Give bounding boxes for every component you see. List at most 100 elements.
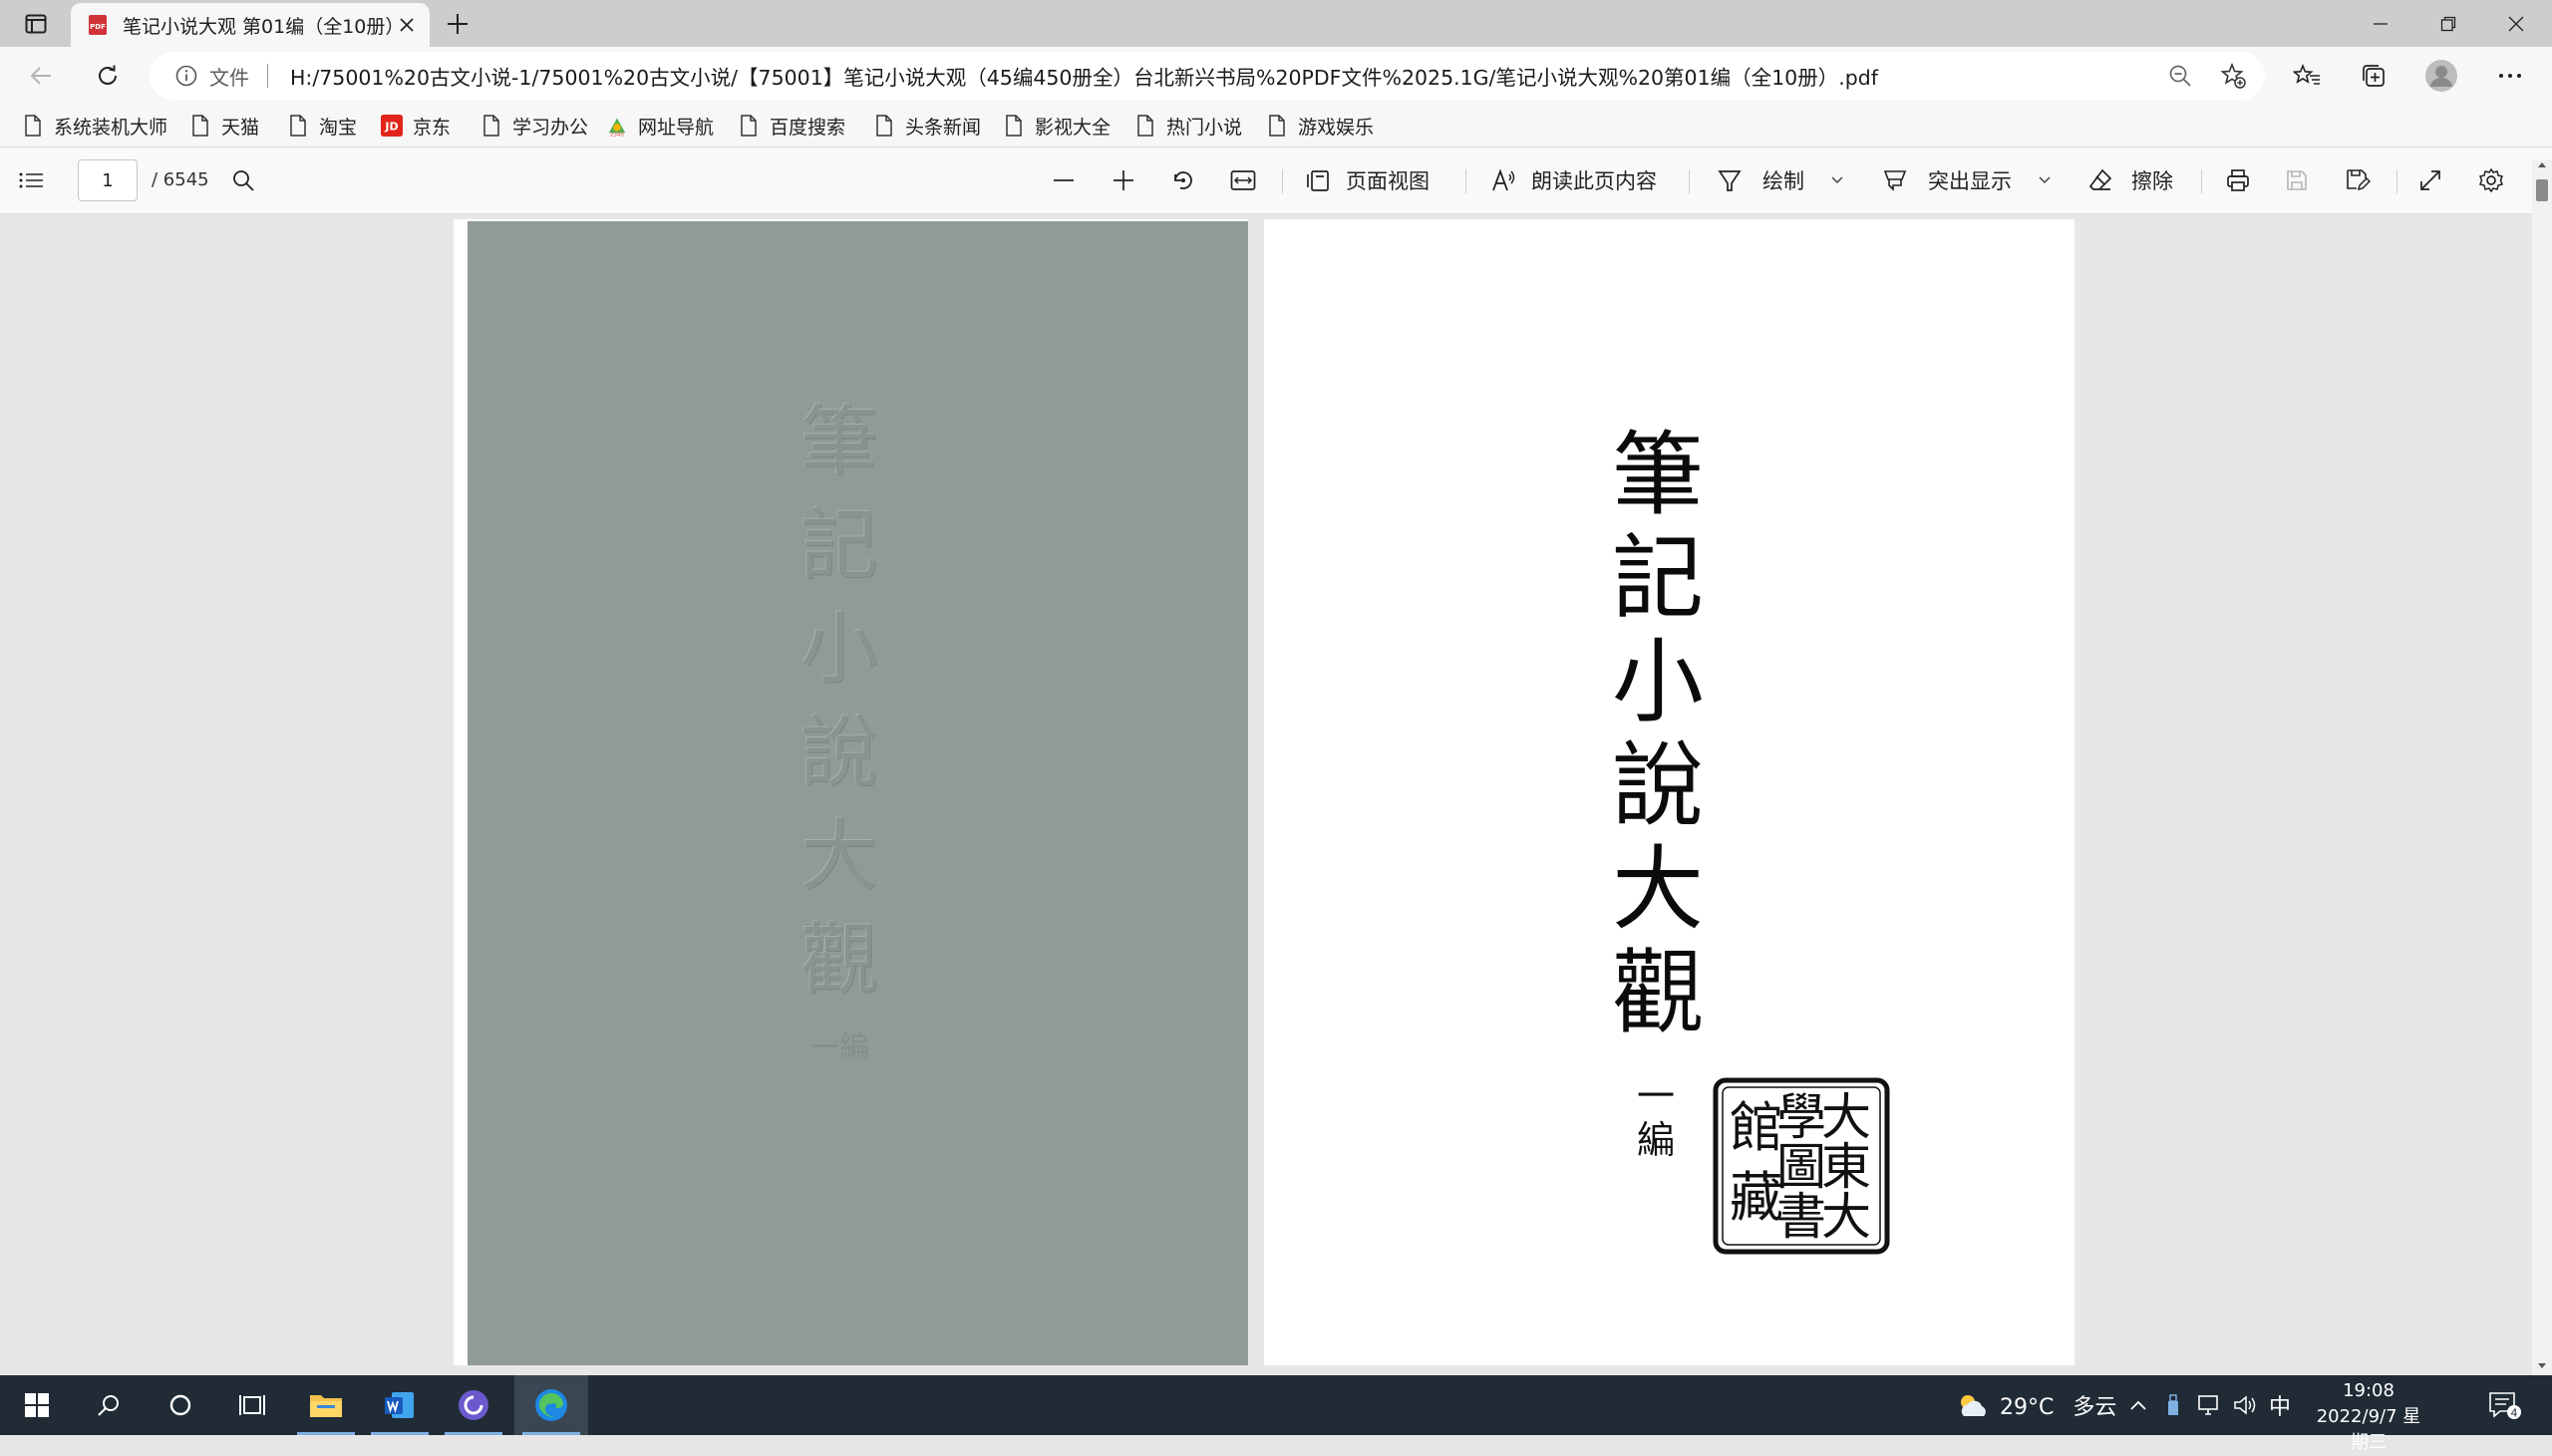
save-as-icon <box>2347 169 2371 191</box>
window-close-button[interactable] <box>2482 0 2550 47</box>
favorite-item[interactable]: 淘宝 <box>287 111 357 141</box>
pdf-page-title: 筆記小說大觀 一編 大 東 大 學 圖 書 館 藏 <box>1264 219 2074 1365</box>
pdf-settings-button[interactable] <box>2478 159 2504 201</box>
edge-taskbar[interactable] <box>514 1375 588 1435</box>
file-explorer-taskbar[interactable] <box>289 1375 363 1435</box>
weather-widget[interactable] <box>1954 1375 1992 1435</box>
favorite-label: 网址导航 <box>638 116 715 139</box>
new-tab-button[interactable] <box>441 7 475 41</box>
page-count: / 6545 <box>152 169 209 190</box>
zoom-in-button[interactable] <box>1113 159 1134 201</box>
back-button[interactable] <box>20 55 62 97</box>
draw-options-dropdown[interactable] <box>1830 159 1844 201</box>
minimize-button[interactable] <box>2347 0 2414 47</box>
cortana-button[interactable] <box>144 1375 217 1435</box>
favorite-item[interactable]: 百度搜索 <box>738 111 845 141</box>
svg-text:大: 大 <box>1821 1188 1871 1246</box>
gear-icon <box>2479 167 2503 193</box>
print-button[interactable] <box>2225 159 2251 201</box>
avatar-icon <box>2425 60 2457 92</box>
jd-logo-icon: JD <box>381 114 403 138</box>
favorite-item[interactable]: 游戏娱乐 <box>1266 111 1374 141</box>
favorite-label: 天猫 <box>221 116 260 139</box>
fit-to-width-button[interactable] <box>1230 159 1256 201</box>
draw-button[interactable]: 绘制 <box>1717 159 1804 201</box>
profile-button[interactable] <box>2420 55 2462 97</box>
action-center-button[interactable]: 4 <box>2482 1375 2528 1435</box>
tab-active[interactable]: PDF 笔记小说大观 第01编（全10册） <box>71 3 430 47</box>
favorites-button[interactable] <box>2286 55 2328 97</box>
find-button[interactable] <box>231 159 255 201</box>
favorite-item[interactable]: JD 京东 <box>381 111 451 141</box>
clock[interactable]: 19:08 2022/9/7 星期三 <box>2309 1378 2428 1456</box>
zoom-out-indicator[interactable] <box>2167 63 2193 89</box>
browser-app-taskbar[interactable] <box>437 1375 510 1435</box>
weather-text[interactable]: 29°C 多云 <box>2000 1389 2116 1421</box>
zoom-out-button[interactable] <box>1053 159 1075 201</box>
favorite-item[interactable]: 热门小说 <box>1134 111 1242 141</box>
svg-text:2345: 2345 <box>610 133 624 138</box>
site-info-button[interactable]: 文件 <box>175 62 249 91</box>
page-icon <box>287 114 309 138</box>
highlight-options-dropdown[interactable] <box>2038 159 2052 201</box>
task-view-icon <box>239 1395 265 1415</box>
tab-title: 笔记小说大观 第01编（全10册） <box>123 15 405 38</box>
tab-close-button[interactable] <box>396 14 418 36</box>
favorite-label: 学习办公 <box>512 116 589 139</box>
scroll-thumb[interactable] <box>2536 179 2548 201</box>
page-view-icon <box>1307 170 1329 191</box>
favorite-item[interactable]: 天猫 <box>189 111 259 141</box>
scroll-down-icon[interactable] <box>2537 1361 2547 1371</box>
favorite-item[interactable]: 系统装机大师 <box>22 111 167 141</box>
word-icon <box>385 1392 414 1418</box>
restore-button[interactable] <box>2414 0 2482 47</box>
save-as-button[interactable] <box>2345 159 2371 201</box>
tab-actions-button[interactable] <box>18 8 54 40</box>
svg-text:藏: 藏 <box>1730 1166 1783 1229</box>
folder-icon <box>310 1395 342 1417</box>
vertical-scrollbar[interactable] <box>2532 159 2552 1375</box>
favorite-item[interactable]: 学习办公 <box>480 111 588 141</box>
divider <box>2396 169 2397 193</box>
settings-more-button[interactable] <box>2489 55 2531 97</box>
collections-button[interactable] <box>2353 55 2394 97</box>
refresh-button[interactable] <box>87 55 129 97</box>
page-icon <box>738 114 760 138</box>
draw-pen-icon <box>1718 170 1742 191</box>
page-icon <box>480 114 502 138</box>
favorite-item[interactable]: 2345 网址导航 <box>606 111 714 141</box>
pdf-viewport[interactable]: 筆記小說大觀 一編 筆記小說大觀 一編 大 東 大 學 圖 書 館 藏 <box>0 214 2532 1375</box>
taskbar-search-button[interactable] <box>72 1375 146 1435</box>
full-screen-button[interactable] <box>2418 159 2442 201</box>
page-view-button[interactable]: 页面视图 <box>1306 159 1430 201</box>
add-favorite-button[interactable] <box>2219 62 2247 90</box>
favorite-item[interactable]: 头条新闻 <box>873 111 981 141</box>
highlight-button[interactable]: 突出显示 <box>1882 159 2012 201</box>
show-hidden-icons-button[interactable] <box>2129 1375 2147 1435</box>
volume-tray-icon[interactable] <box>2233 1375 2259 1435</box>
read-aloud-button[interactable]: 朗读此页内容 <box>1491 159 1657 201</box>
network-tray-icon[interactable] <box>2197 1375 2223 1435</box>
svg-text:館: 館 <box>1730 1096 1783 1159</box>
address-bar[interactable]: 文件 H:/75001%20古文小说-1/75001%20古文小说/【75001… <box>150 52 2265 100</box>
table-of-contents-button[interactable] <box>18 159 44 201</box>
app-circle-icon <box>459 1390 488 1420</box>
url-text[interactable]: H:/75001%20古文小说-1/75001%20古文小说/【75001】笔记… <box>290 61 1878 91</box>
scroll-up-icon[interactable] <box>2537 159 2547 169</box>
eraser-icon <box>2088 168 2112 190</box>
erase-button[interactable]: 擦除 <box>2087 159 2173 201</box>
start-button[interactable] <box>0 1375 74 1435</box>
favorite-item[interactable]: 影视大全 <box>1003 111 1111 141</box>
page-number-input[interactable]: 1 <box>78 159 138 201</box>
minus-icon <box>1054 179 1074 181</box>
rotate-button[interactable] <box>1170 159 1196 201</box>
chevron-up-icon <box>2130 1400 2146 1410</box>
word-taskbar[interactable] <box>363 1375 437 1435</box>
usb-tray-icon[interactable] <box>2165 1375 2181 1435</box>
divider <box>2201 169 2202 193</box>
save-button[interactable] <box>2285 159 2309 201</box>
edge-logo-icon <box>535 1389 567 1421</box>
task-view-button[interactable] <box>215 1375 289 1435</box>
ime-indicator[interactable]: 中 <box>2269 1375 2291 1435</box>
page-icon <box>873 114 895 138</box>
